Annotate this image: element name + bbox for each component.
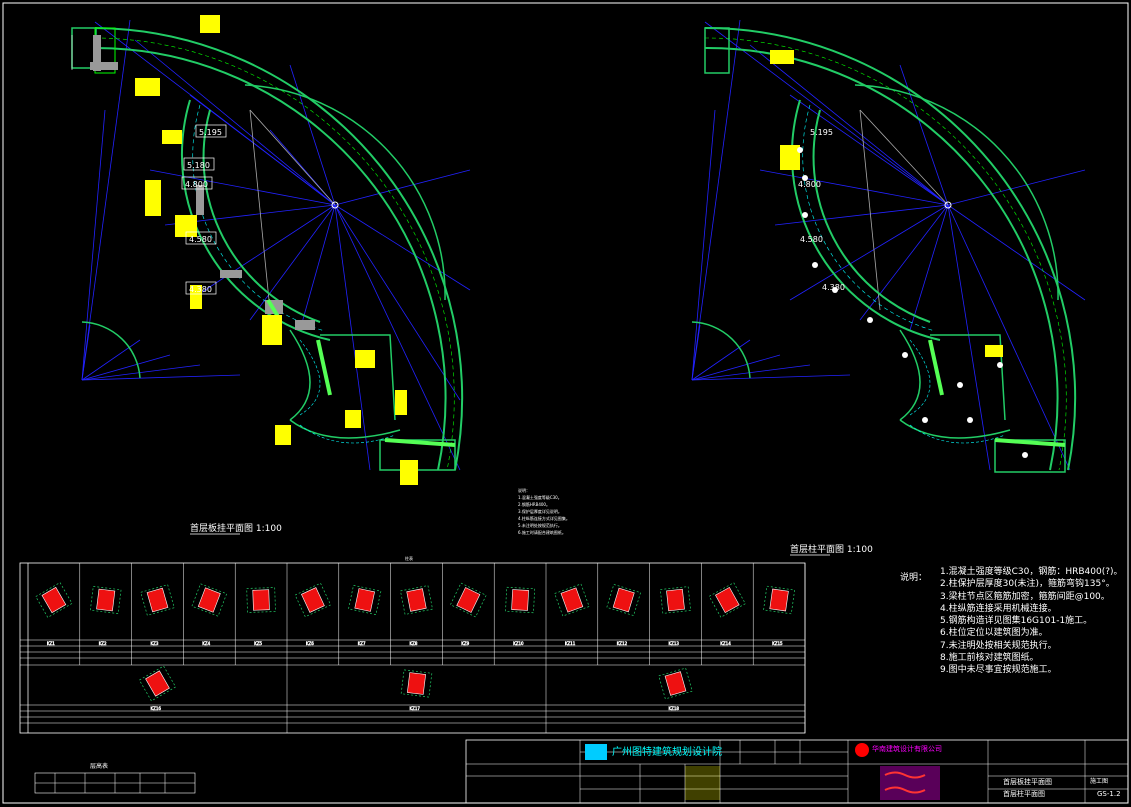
small-notes: 说明： 1.混凝土强度等级C30。 2.钢筋HRB400。 3.保护层厚度详见说…: [518, 488, 570, 535]
drawing-name-1: 首层板挂平面图: [1003, 778, 1052, 786]
column-section: [449, 582, 487, 618]
cad-drawing-canvas[interactable]: 5.195 5.180 4.800 4.580 4.380 5.195 4.80…: [0, 0, 1131, 807]
column-id-label: KZ8: [410, 641, 418, 646]
column-id-label: KZ1: [47, 641, 55, 646]
column-section: [191, 583, 228, 617]
column-id-label: KZ16: [151, 706, 162, 711]
right-floor-plan[interactable]: [691, 19, 1086, 473]
drawing-number: GS-1.2: [1097, 790, 1121, 798]
yellow-annotations: [135, 15, 418, 485]
dim-label: 5.195: [199, 128, 222, 137]
column-section: [554, 583, 590, 617]
column-id-label: KZ17: [410, 706, 421, 711]
column-section: [140, 584, 175, 616]
column-id-label: KZ7: [358, 641, 366, 646]
dim-label: 4.580: [800, 235, 823, 244]
column-id-label: KZ12: [617, 641, 628, 646]
svg-text:层高表: 层高表: [90, 762, 108, 770]
column-id-label: KZ9: [461, 641, 469, 646]
column-section: [138, 665, 177, 702]
floor-height-table: 层高表: [34, 762, 196, 794]
dim-label: 5.195: [810, 128, 833, 137]
column-id-label: KZ18: [669, 706, 680, 711]
left-floor-plan[interactable]: [71, 15, 471, 485]
column-section: [400, 669, 433, 698]
column-section: [348, 584, 382, 616]
column-section: [505, 586, 536, 614]
sheet-border: [2, 2, 1129, 804]
column-section: [400, 585, 433, 615]
dim-label: 4.380: [822, 283, 845, 292]
column-id-label: KZ2: [99, 641, 107, 646]
column-id-label: KZ15: [772, 641, 783, 646]
drawing-stage: 施工图: [1090, 778, 1109, 785]
schedule-title: 柱表: [405, 555, 413, 561]
left-plan-title: 首层板挂平面图 1:100: [190, 522, 282, 534]
column-id-label: KZ6: [306, 641, 314, 646]
column-section: [89, 585, 122, 615]
column-id-label: KZ11: [565, 641, 576, 646]
company-logo: [585, 744, 607, 760]
partner-logo: [855, 743, 869, 757]
column-section: [659, 586, 692, 614]
column-id-label: KZ3: [151, 641, 159, 646]
column-id-label: KZ10: [513, 641, 524, 646]
dim-label: 4.580: [189, 235, 212, 244]
dim-label: 5.180: [187, 161, 210, 170]
column-id-label: KZ14: [720, 641, 731, 646]
column-section: [294, 582, 332, 618]
right-plan-title: 首层柱平面图 1:100: [790, 543, 873, 555]
column-section: [658, 667, 693, 700]
column-section: [35, 582, 73, 618]
column-id-label: KZ5: [254, 641, 262, 646]
dim-label: 4.800: [185, 180, 208, 189]
drawing-name-2: 首层柱平面图: [1003, 790, 1045, 798]
partner-name: 华南建筑设计有限公司: [872, 745, 942, 753]
column-schedule-table[interactable]: 柱表 KZ1 KZ2 KZ3 KZ4 KZ5 KZ6 KZ7 KZ8 KZ9 KZ10 KZ11 KZ…: [19, 555, 806, 734]
column-section: [708, 582, 746, 618]
column-id-label: KZ4: [202, 641, 210, 646]
column-section: [606, 583, 642, 617]
dim-label: 4.380: [189, 285, 212, 294]
column-section: [763, 585, 796, 615]
company-name: 广州图特建筑规划设计院: [612, 747, 722, 758]
dim-label: 4.800: [798, 180, 821, 189]
design-notes: 1.混凝土强度等级C30，钢筋：HRB400(?)。 2.柱保护层厚度30(未注…: [940, 567, 1123, 676]
column-section: [246, 587, 276, 613]
notes-heading: 说明：: [900, 573, 928, 583]
column-id-label: KZ13: [669, 641, 680, 646]
